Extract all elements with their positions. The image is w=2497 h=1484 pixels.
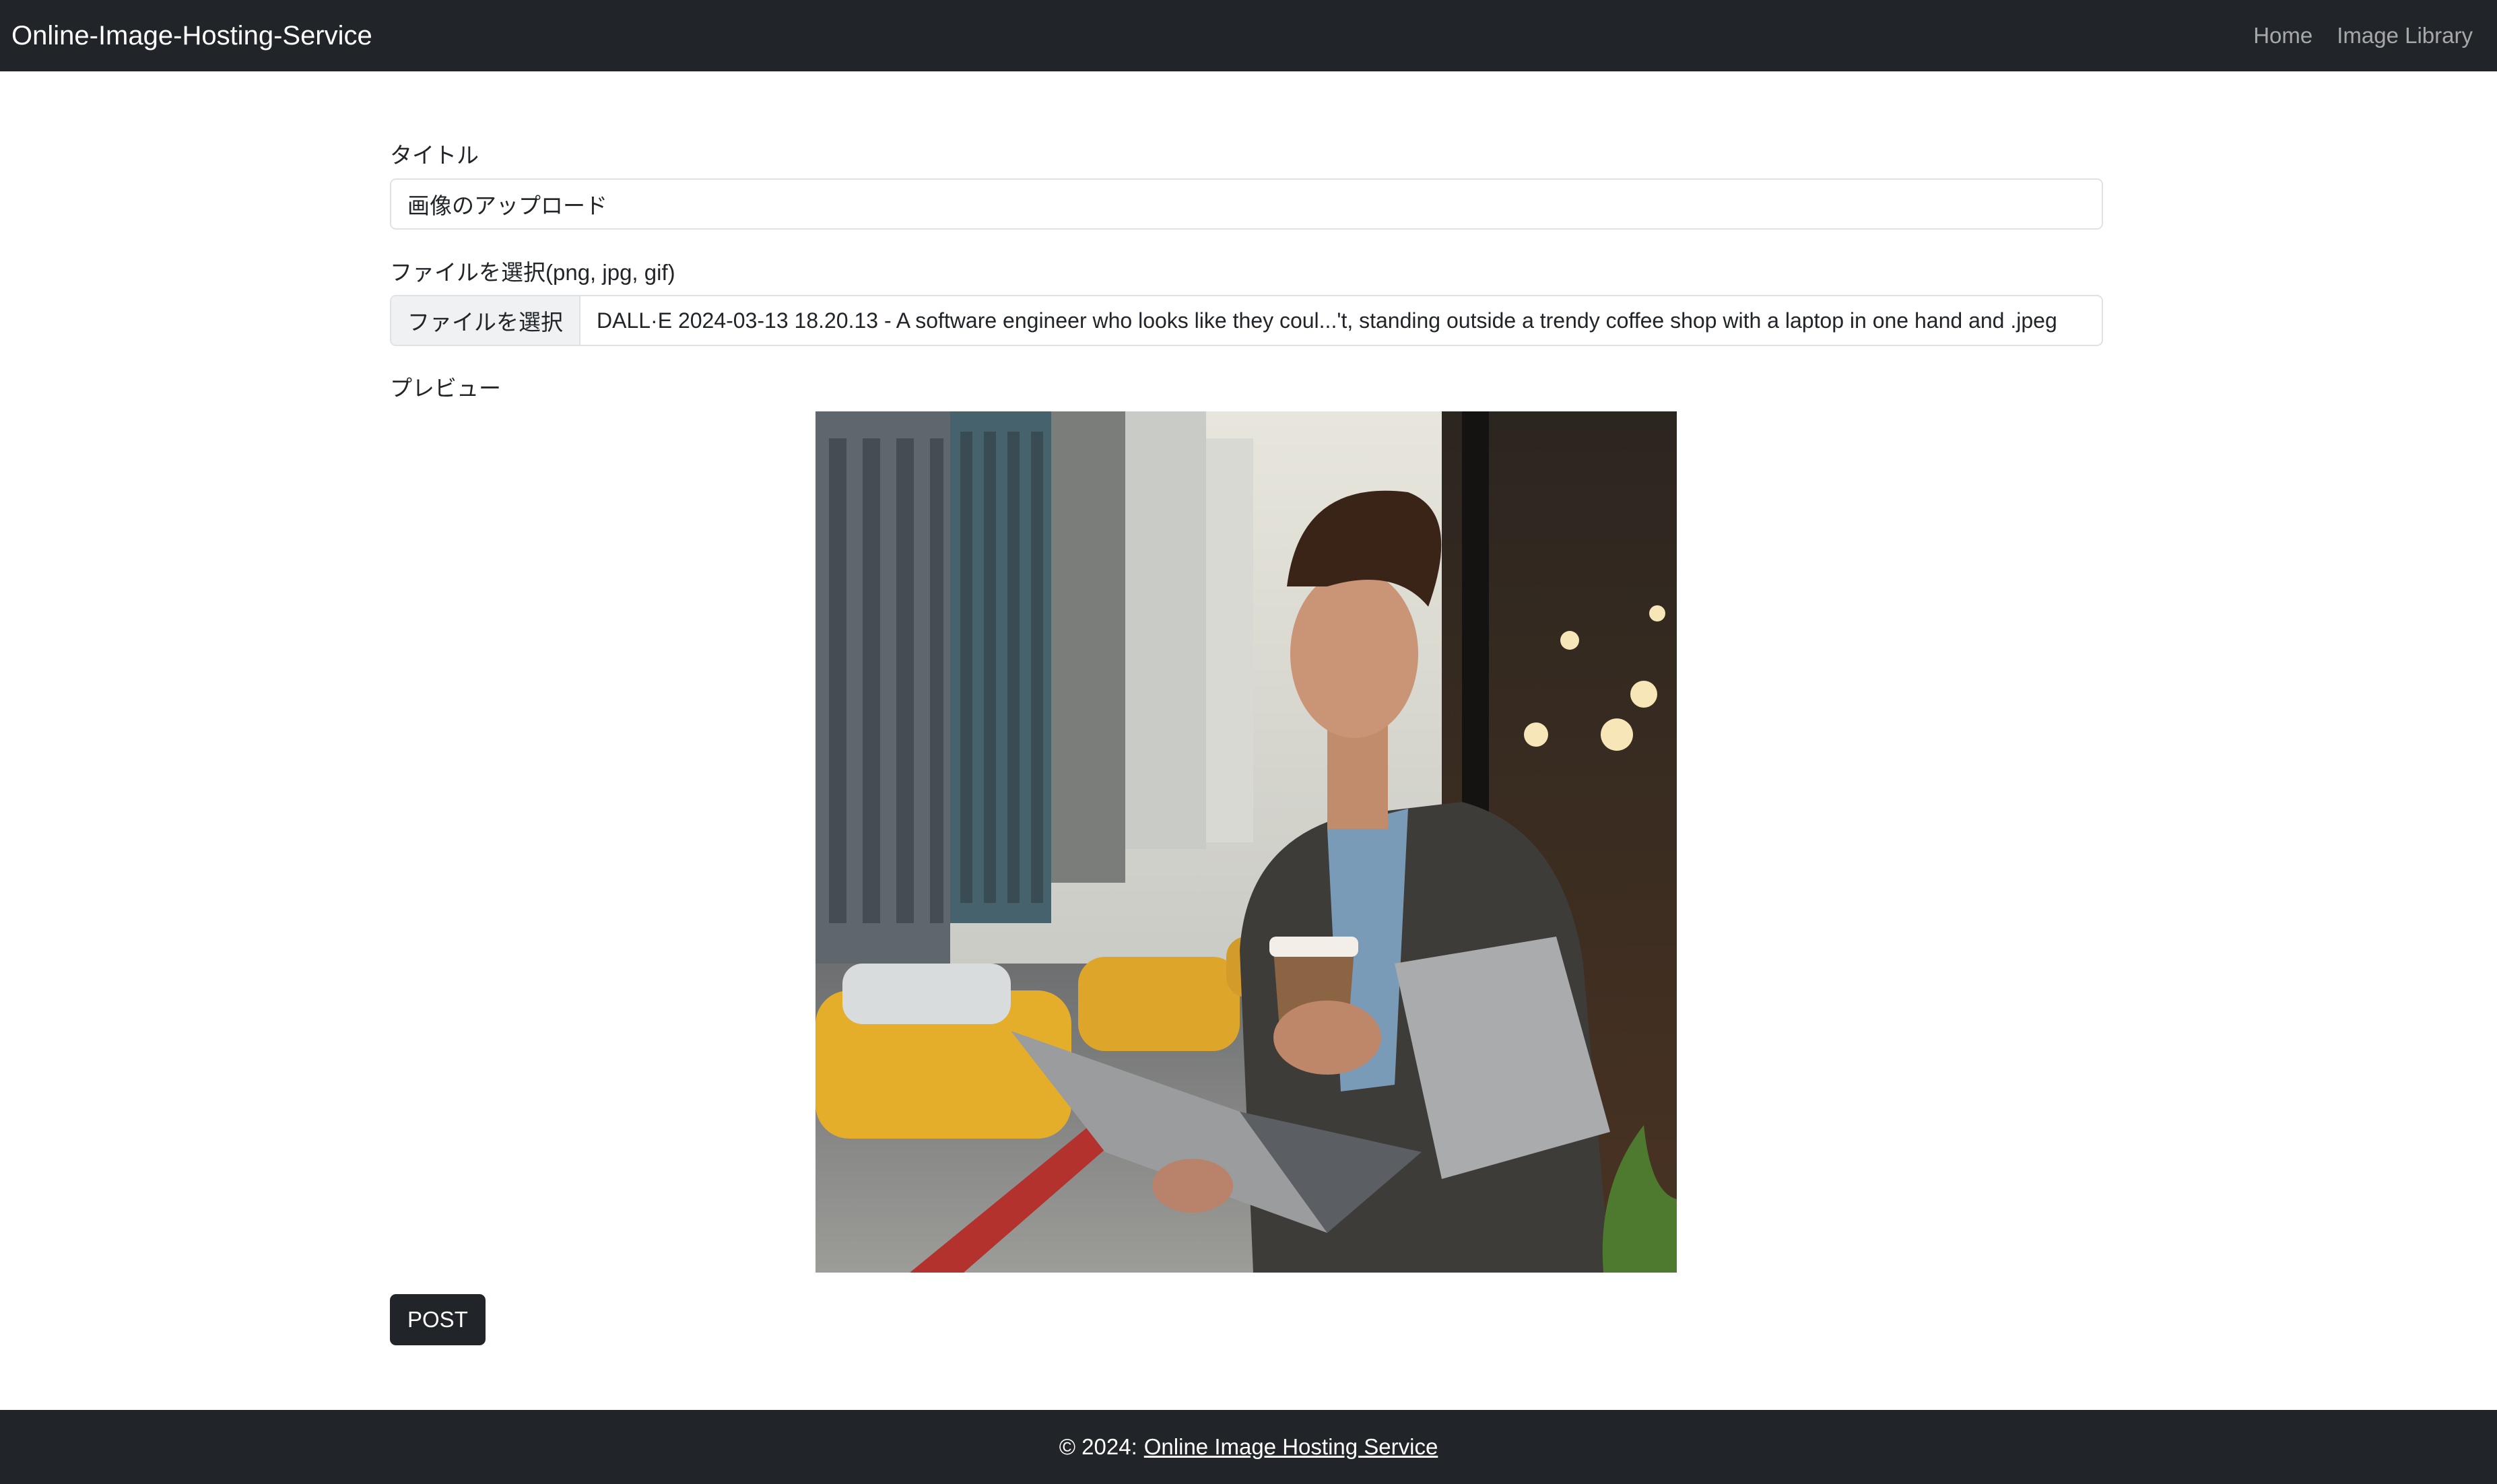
post-button[interactable]: POST [390,1294,486,1345]
navbar: Online-Image-Hosting-Service Home Image … [0,0,2497,71]
footer-copyright: © 2024: [1059,1434,1137,1459]
file-input[interactable]: ファイルを選択 DALL·E 2024-03-13 18.20.13 - A s… [390,295,2103,346]
nav-image-library-link[interactable]: Image Library [2337,23,2473,48]
brand-link[interactable]: Online-Image-Hosting-Service [11,21,372,51]
footer-site-link[interactable]: Online Image Hosting Service [1144,1434,1438,1460]
nav-links: Home Image Library [2253,23,2485,48]
file-label: ファイルを選択(png, jpg, gif) [390,260,675,285]
title-input[interactable] [390,178,2103,230]
preview-image [815,411,1677,1273]
title-label: タイトル [390,143,479,168]
choose-file-button[interactable]: ファイルを選択 [391,296,580,345]
preview-label: プレビュー [390,376,501,401]
footer: © 2024: Online Image Hosting Service [0,1410,2497,1484]
selected-file-name: DALL·E 2024-03-13 18.20.13 - A software … [597,308,2057,333]
nav-home-link[interactable]: Home [2253,23,2312,48]
